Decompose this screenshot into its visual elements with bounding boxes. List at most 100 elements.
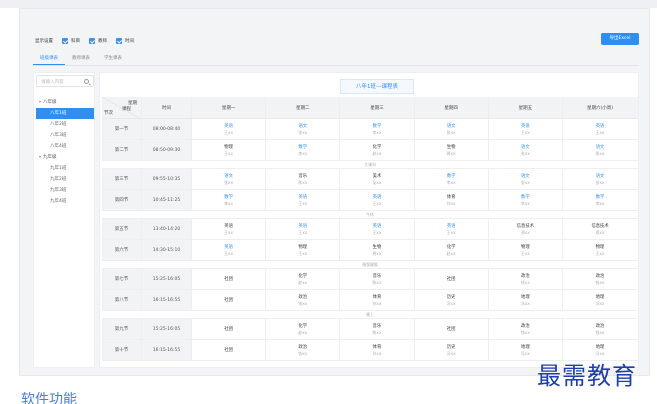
corner-period-label: 节次 [104, 111, 113, 116]
tree-class-item[interactable]: 九年3班 [36, 185, 94, 196]
course-cell[interactable]: 数学 李XX [266, 140, 341, 160]
course-cell[interactable]: 数学 李XX [415, 169, 489, 189]
tree-group[interactable]: 九年级 [36, 152, 94, 163]
subject-checkbox[interactable]: 科目 [62, 38, 80, 44]
course-teacher: 孙XX [446, 200, 456, 206]
course-teacher: 李XX [372, 129, 382, 135]
tree-group-label: 八年级 [43, 100, 57, 105]
course-cell[interactable]: 地理 冯XX [563, 290, 637, 310]
course-cell[interactable]: 数学 李XX [340, 119, 415, 139]
search-input[interactable]: 请输入内容 [36, 75, 94, 87]
course-cell[interactable]: 历史 冯XX [415, 340, 489, 360]
course-cell[interactable]: 英语 王XX [340, 190, 415, 210]
course-cell[interactable]: 语文 张XX [563, 140, 637, 160]
course-cell[interactable]: 体育 孙XX [415, 190, 489, 210]
search-icon[interactable] [84, 79, 89, 84]
course-cell[interactable]: 化学 赵XX [415, 240, 489, 260]
course-teacher: 周XX [372, 250, 382, 256]
course-cell[interactable]: 社团 [415, 319, 489, 339]
course-cell[interactable]: 政治 钱XX [489, 319, 563, 339]
period-cell: 第二节 [102, 140, 142, 160]
course-cell[interactable]: 音乐 陈XX [266, 169, 341, 189]
course-teacher: 冯XX [446, 300, 456, 306]
course-cell[interactable]: 数学 李XX [563, 190, 637, 210]
course-cell[interactable]: 英语 王XX [489, 119, 563, 139]
course-cell[interactable]: 语文 张XX [563, 169, 637, 189]
course-teacher: 赵XX [446, 250, 456, 256]
table-row: 第七节 15:25-16:05 社团 化学 赵XX 音乐 陈XX 社团 政治 钱XX 政治 钱XX [102, 269, 638, 290]
course-cell[interactable]: 政治 钱XX [489, 269, 563, 289]
course-cell[interactable]: 音乐 陈XX [340, 269, 415, 289]
course-cell[interactable]: 社团 [192, 340, 267, 360]
course-cell[interactable]: 体育 孙XX [340, 290, 415, 310]
schedule-panel: 八年1班—课程表 星期 课程 节次 时间 星期一 星期二 星期三 星期四 星期五… [99, 72, 639, 368]
course-cell[interactable]: 语文 张XX [192, 169, 267, 189]
course-subject: 地理 [521, 344, 530, 350]
course-cell[interactable]: 语文 张XX [266, 119, 341, 139]
course-cell[interactable]: 物理 王XX [266, 240, 341, 260]
course-cell[interactable]: 化学 赵XX [340, 140, 415, 160]
period-cell: 第五节 [102, 219, 142, 239]
course-cell[interactable]: 数学 李XX [192, 190, 267, 210]
course-cell[interactable]: 化学 赵XX [266, 319, 341, 339]
tree-group[interactable]: 八年级 [36, 97, 94, 108]
tree-group-label: 九年级 [43, 155, 57, 160]
course-cell[interactable]: 生物 周XX [340, 240, 415, 260]
tab-teacher-schedule[interactable]: 教师课表 [65, 53, 97, 65]
course-cell[interactable]: 体育 孙XX [340, 340, 415, 360]
course-cell[interactable]: 英语 王XX [192, 119, 267, 139]
course-subject: 语文 [521, 144, 530, 150]
course-cell[interactable]: 美术 吴XX [340, 169, 415, 189]
course-cell[interactable]: 英语 王XX [266, 190, 341, 210]
course-cell[interactable]: 英语 王XX [340, 219, 415, 239]
course-cell[interactable]: 英语 王XX [192, 240, 267, 260]
course-cell[interactable]: 语文 张XX [489, 169, 563, 189]
course-cell[interactable]: 历史 冯XX [415, 290, 489, 310]
break-separator: 午休 [102, 211, 638, 219]
course-cell[interactable]: 信息技术 郑XX [489, 219, 563, 239]
course-cell[interactable]: 英语 王XX [192, 219, 267, 239]
tree-class-item[interactable]: 八年4班 [36, 141, 94, 152]
course-cell[interactable]: 物理 王XX [489, 240, 563, 260]
time-checkbox[interactable]: 时间 [116, 38, 134, 44]
course-cell[interactable]: 音乐 陈XX [340, 319, 415, 339]
course-teacher: 王XX [520, 250, 530, 256]
course-cell[interactable]: 英语 王XX [415, 219, 489, 239]
software-features-link[interactable]: 软件功能 [21, 393, 77, 404]
course-cell[interactable]: 社团 [192, 290, 267, 310]
course-cell[interactable]: 物理 王XX [192, 140, 267, 160]
tab-class-schedule[interactable]: 班级课表 [33, 53, 65, 65]
course-cell[interactable]: 数学 李XX [489, 190, 563, 210]
course-cell[interactable]: 社团 [192, 319, 267, 339]
tree-class-item[interactable]: 九年2班 [36, 174, 94, 185]
teacher-checkbox[interactable]: 教师 [89, 38, 107, 44]
course-cell[interactable]: 语文 张XX [489, 140, 563, 160]
tab-student-schedule[interactable]: 学生课表 [97, 53, 129, 65]
course-cell[interactable]: 英语 王XX [266, 219, 341, 239]
course-cell[interactable]: 物理 王XX [563, 240, 637, 260]
course-cell[interactable]: 政治 钱XX [563, 319, 637, 339]
course-cell[interactable]: 化学 赵XX [266, 269, 341, 289]
course-cell[interactable]: 社团 [192, 269, 267, 289]
course-cell[interactable]: 生物 周XX [415, 140, 489, 160]
course-cell[interactable]: 政治 钱XX [563, 269, 637, 289]
time-cell: 16:15-16:55 [142, 340, 192, 360]
course-cell[interactable]: 语文 张XX [415, 119, 489, 139]
course-subject: 英语 [224, 244, 233, 250]
course-cell[interactable]: 地理 冯XX [489, 290, 563, 310]
course-cell[interactable]: 政治 钱XX [266, 340, 341, 360]
course-cell[interactable]: 政治 钱XX [266, 290, 341, 310]
tree-class-item[interactable]: 九年4班 [36, 196, 94, 207]
tree-class-item[interactable]: 八年2班 [36, 119, 94, 130]
course-cell[interactable]: 英语 王XX [563, 119, 637, 139]
export-excel-button[interactable]: 导出Excel [601, 33, 639, 45]
course-cell[interactable]: 社团 [415, 269, 489, 289]
course-teacher: 周XX [446, 150, 456, 156]
course-teacher: 孙XX [372, 300, 382, 306]
tree-class-item[interactable]: 八年1班 [36, 108, 94, 119]
tree-class-item[interactable]: 九年1班 [36, 163, 94, 174]
period-cell: 第八节 [102, 290, 142, 310]
course-subject: 英语 [298, 223, 308, 229]
course-cell[interactable]: 信息技术 郑XX [563, 219, 637, 239]
tree-class-item[interactable]: 八年3班 [36, 130, 94, 141]
